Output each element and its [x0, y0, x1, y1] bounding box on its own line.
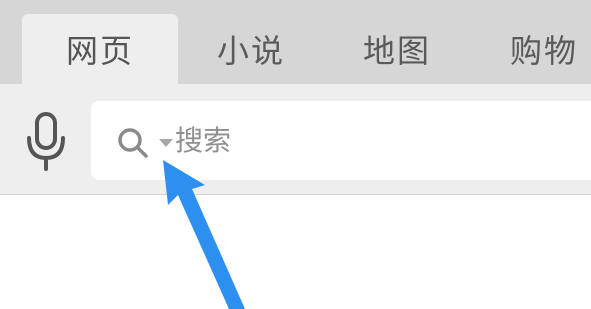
tab-webpage[interactable]: 网页: [22, 14, 178, 84]
search-bar-area: 搜索: [0, 84, 591, 195]
tab-label: 小说: [216, 32, 285, 70]
caret-down-icon[interactable]: [159, 139, 173, 147]
tab-label: 网页: [65, 32, 134, 70]
search-icon[interactable]: [115, 125, 151, 161]
tab-shopping[interactable]: 购物: [480, 14, 591, 84]
tab-novel[interactable]: 小说: [176, 14, 326, 84]
tab-label: 地图: [362, 32, 431, 70]
tab-label: 购物: [510, 32, 579, 70]
microphone-icon[interactable]: [24, 112, 68, 172]
search-input-placeholder[interactable]: 搜索: [175, 121, 231, 161]
page-content: [0, 195, 591, 309]
tab-bar: 网页 小说 地图 购物: [0, 0, 591, 84]
tab-map[interactable]: 地图: [322, 14, 472, 84]
search-box[interactable]: 搜索: [91, 101, 591, 180]
